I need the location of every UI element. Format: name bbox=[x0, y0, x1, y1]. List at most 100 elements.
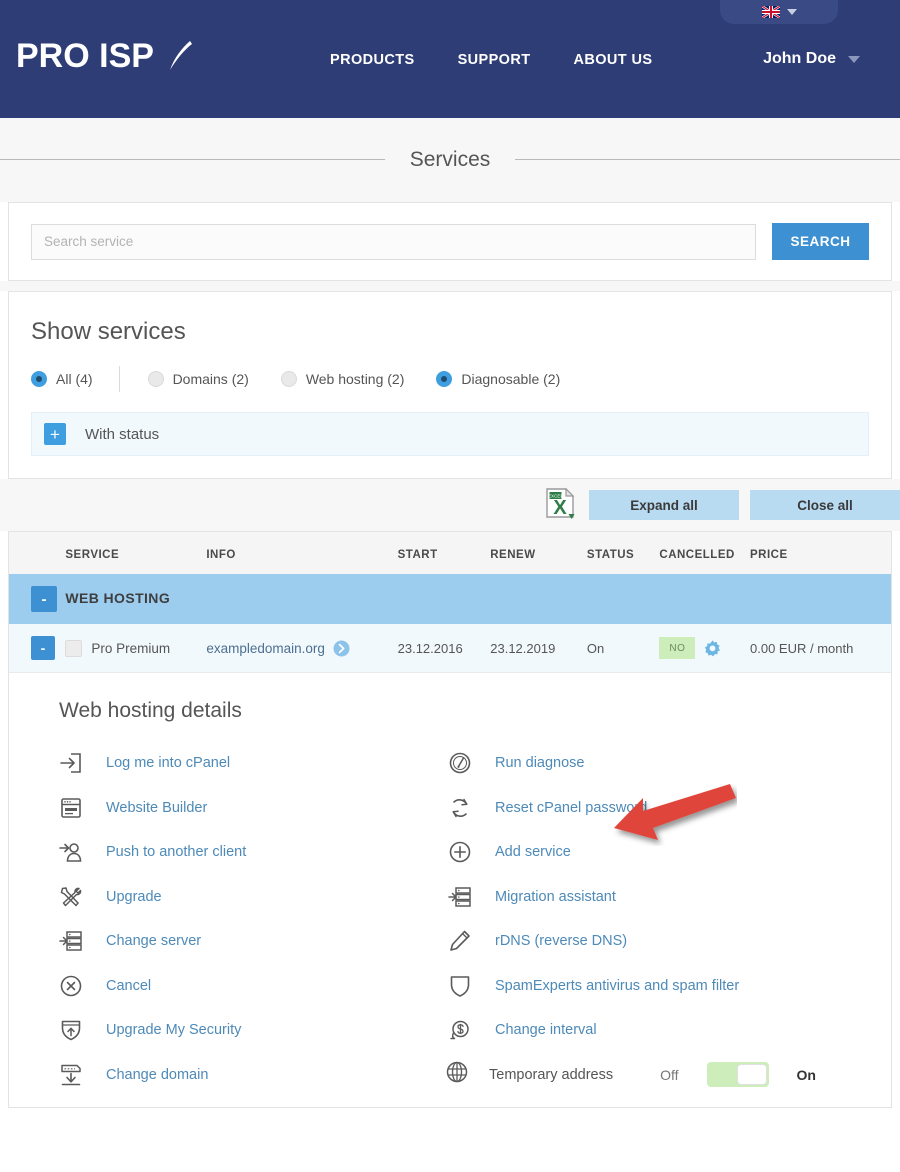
row-collapse-button[interactable]: - bbox=[31, 636, 55, 660]
group-toggle-cell: - bbox=[9, 574, 65, 624]
toggle-off-label: Off bbox=[660, 1066, 679, 1083]
row-info-cell: exampledomain.org bbox=[206, 624, 397, 672]
show-services-title: Show services bbox=[31, 318, 186, 345]
status-badge: NO bbox=[659, 637, 696, 659]
action-label[interactable]: Change domain bbox=[106, 1067, 208, 1083]
uk-flag-icon bbox=[761, 6, 780, 18]
table-header-row: SERVICE INFO START RENEW STATUS CANCELLE… bbox=[9, 532, 891, 574]
column-header-service: SERVICE bbox=[65, 549, 120, 561]
action-spamexperts[interactable]: SpamExperts antivirus and spam filter bbox=[444, 964, 859, 1009]
action-push-to-another-client[interactable]: Push to another client bbox=[55, 830, 434, 875]
user-name: John Doe bbox=[763, 50, 836, 67]
radio-label: Domains (2) bbox=[172, 371, 249, 387]
plus-circle-icon bbox=[444, 839, 476, 865]
row-service-cell: Pro Premium bbox=[65, 624, 206, 672]
action-upgrade[interactable]: Upgrade bbox=[55, 875, 434, 920]
excel-export-icon[interactable]: EXCEL X bbox=[543, 487, 577, 523]
action-label[interactable]: Reset cPanel password bbox=[495, 800, 647, 816]
site-header: PRO ISP PRODUCTS SUPPORT ABOUT US John D… bbox=[0, 0, 900, 118]
site-logo[interactable]: PRO ISP bbox=[16, 38, 196, 74]
action-label[interactable]: Cancel bbox=[106, 978, 151, 994]
nav-item-about-us[interactable]: ABOUT US bbox=[573, 52, 652, 68]
action-cancel[interactable]: Cancel bbox=[55, 964, 434, 1009]
row-checkbox[interactable] bbox=[65, 639, 83, 657]
action-add-service[interactable]: Add service bbox=[444, 830, 859, 875]
plus-icon[interactable]: + bbox=[44, 423, 66, 445]
search-input[interactable] bbox=[31, 223, 756, 260]
chevron-down-icon bbox=[786, 9, 797, 15]
nav-item-support[interactable]: SUPPORT bbox=[458, 52, 531, 68]
table-row[interactable]: - Pro Premium exampledomain.org 23.12.20… bbox=[9, 624, 891, 672]
column-header-toggle bbox=[9, 532, 65, 574]
server-stack-icon bbox=[55, 928, 87, 954]
radio-label: All (4) bbox=[56, 371, 93, 387]
action-label[interactable]: Change server bbox=[106, 933, 201, 949]
action-reset-cpanel-password[interactable]: Reset cPanel password bbox=[444, 786, 859, 831]
expand-all-button[interactable]: Expand all bbox=[589, 490, 739, 520]
action-label[interactable]: SpamExperts antivirus and spam filter bbox=[495, 978, 739, 994]
column-header-price: PRICE bbox=[750, 549, 788, 561]
radio-option-all[interactable]: All (4) bbox=[31, 371, 93, 387]
details-left-column: Log me into cPanel Website Builder Push … bbox=[9, 741, 434, 1097]
table-group-row[interactable]: - WEB HOSTING bbox=[9, 574, 891, 624]
row-domain-link[interactable]: exampledomain.org bbox=[206, 641, 325, 656]
action-label[interactable]: Push to another client bbox=[106, 844, 246, 860]
radio-option-web-hosting[interactable]: Web hosting (2) bbox=[280, 371, 404, 387]
action-label[interactable]: Upgrade My Security bbox=[106, 1022, 241, 1038]
pencil-icon bbox=[444, 928, 476, 954]
action-rdns[interactable]: rDNS (reverse DNS) bbox=[444, 919, 859, 964]
action-log-me-into-cpanel[interactable]: Log me into cPanel bbox=[55, 741, 434, 786]
svg-text:X: X bbox=[553, 497, 567, 519]
radio-option-domains[interactable]: Domains (2) bbox=[147, 371, 249, 387]
services-table-card: SERVICE INFO START RENEW STATUS CANCELLE… bbox=[8, 531, 892, 1108]
column-header-status: STATUS bbox=[586, 549, 635, 561]
action-change-interval[interactable]: Change interval bbox=[444, 1008, 859, 1053]
page-title-band: Services bbox=[0, 118, 900, 202]
action-label[interactable]: Upgrade bbox=[106, 889, 162, 905]
download-domain-icon bbox=[55, 1062, 87, 1088]
radio-option-diagnosable[interactable]: Diagnosable (2) bbox=[436, 371, 560, 387]
column-header-info: INFO bbox=[206, 549, 236, 561]
with-status-row[interactable]: + With status bbox=[31, 412, 869, 456]
arrow-circle-right-icon[interactable] bbox=[333, 640, 350, 657]
group-name-cell: WEB HOSTING bbox=[65, 574, 891, 624]
page-root: PRO ISP PRODUCTS SUPPORT ABOUT US John D… bbox=[0, 0, 900, 1172]
login-arrow-icon bbox=[55, 750, 87, 776]
close-all-button[interactable]: Close all bbox=[750, 490, 900, 520]
gear-icon[interactable] bbox=[704, 639, 721, 657]
action-label[interactable]: Website Builder bbox=[106, 800, 207, 816]
action-label[interactable]: rDNS (reverse DNS) bbox=[495, 933, 627, 949]
row-renew-cell: 23.12.2019 bbox=[490, 640, 556, 656]
action-label[interactable]: Change interval bbox=[495, 1022, 597, 1038]
with-status-label: With status bbox=[85, 425, 160, 443]
service-filter-group: All (4) Domains (2) Web hosting (2) Diag… bbox=[31, 366, 869, 392]
filter-divider bbox=[118, 366, 120, 392]
language-selector[interactable] bbox=[720, 0, 838, 24]
nav-item-products[interactable]: PRODUCTS bbox=[330, 52, 415, 68]
chevron-down-icon bbox=[848, 55, 860, 63]
user-menu[interactable]: John Doe bbox=[763, 50, 860, 68]
action-change-server[interactable]: Change server bbox=[55, 919, 434, 964]
action-label[interactable]: Log me into cPanel bbox=[106, 755, 230, 771]
action-run-diagnose[interactable]: Run diagnose bbox=[444, 741, 859, 786]
action-migration-assistant[interactable]: Migration assistant bbox=[444, 875, 859, 920]
action-label[interactable]: Add service bbox=[495, 844, 571, 860]
refresh-icon bbox=[444, 795, 476, 821]
temporary-address-label: Temporary address bbox=[489, 1066, 614, 1083]
row-service-name: Pro Premium bbox=[91, 640, 171, 656]
logo-text: PRO ISP bbox=[16, 37, 154, 75]
group-collapse-button[interactable]: - bbox=[31, 586, 57, 612]
radio-indicator bbox=[147, 371, 164, 387]
action-website-builder[interactable]: Website Builder bbox=[55, 786, 434, 831]
web-hosting-details-panel: Web hosting details Log me into cPanel W… bbox=[9, 672, 891, 1107]
radio-indicator bbox=[31, 371, 47, 387]
search-button[interactable]: SEARCH bbox=[772, 223, 869, 260]
action-upgrade-my-security[interactable]: Upgrade My Security bbox=[55, 1008, 434, 1053]
action-label[interactable]: Migration assistant bbox=[495, 889, 616, 905]
action-label[interactable]: Run diagnose bbox=[495, 755, 585, 771]
row-status-cell: On bbox=[586, 640, 605, 656]
temporary-address-toggle[interactable] bbox=[706, 1062, 769, 1088]
column-header-start: START bbox=[397, 549, 438, 561]
action-change-domain[interactable]: Change domain bbox=[55, 1053, 434, 1098]
title-rule-left bbox=[0, 159, 385, 160]
